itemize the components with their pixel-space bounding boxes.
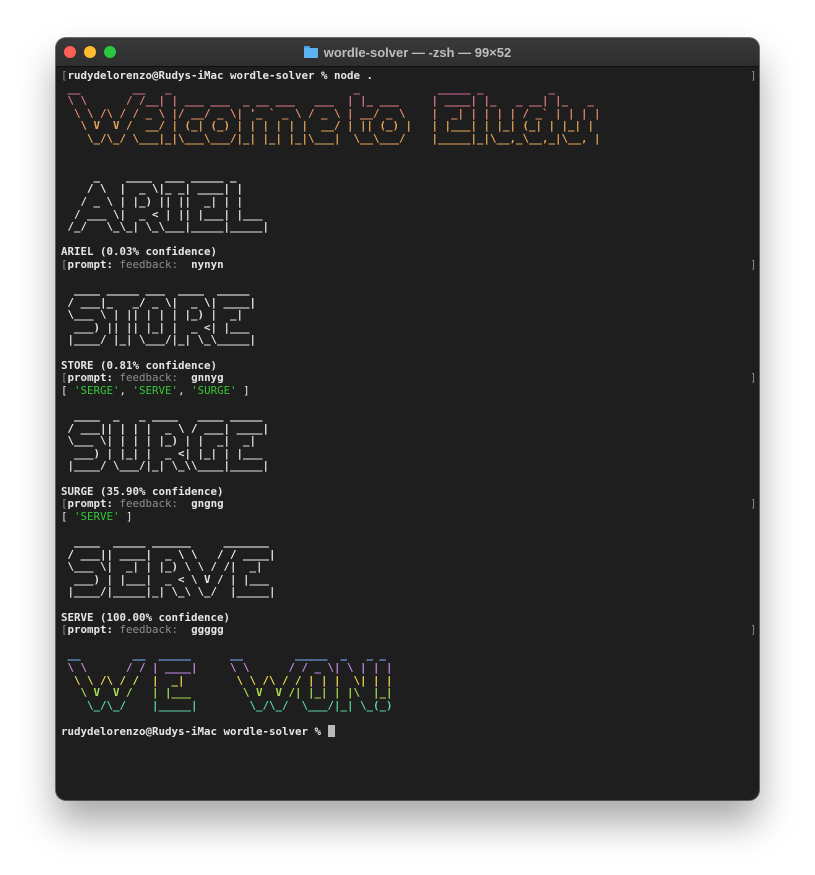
- candidate-word: 'SERVE': [74, 509, 120, 523]
- won-banner-text: \ V V / | |___ \ V V /| |_| | |\ |_|: [61, 686, 393, 700]
- welcome-banner-text: __ __ _ _ _____ _ _: [61, 81, 569, 95]
- guess-word-art-line: /_/ \_\_| \_\___|_____|_____|: [61, 220, 753, 234]
- feedback-value: gngng: [191, 497, 224, 511]
- candidate-word: 'SURGE': [191, 383, 237, 397]
- line-marker-right: ]: [750, 257, 757, 271]
- won-banner-text: \ \ /\ / / | _| \ \ /\ / / | | | \| | |: [61, 673, 393, 687]
- title-area: wordle-solver — -zsh — 99×52: [56, 38, 759, 66]
- feedback-value: gnnyg: [191, 371, 224, 385]
- final-prompt-line: rudydelorenzo@Rudys-iMac wordle-solver %: [61, 724, 753, 738]
- folder-icon: [303, 46, 318, 58]
- won-banner-text: \_/\_/ |_____| \_/\_/ \___/|_| \_(_): [61, 698, 393, 712]
- candidates-line: [ 'SERGE', 'SERVE', 'SURGE' ]: [61, 383, 753, 398]
- feedback-label: feedback:: [119, 257, 179, 271]
- terminal-output[interactable]: [] rudydelorenzo@Rudys-iMac wordle-solver…: [61, 69, 757, 794]
- feedback-value: nynyn: [191, 257, 224, 271]
- guess-word-art-text: \___ \| | | | |_) | | _| _|: [61, 434, 270, 448]
- prompt-label: prompt:: [67, 371, 114, 385]
- guess-word-art-text: / \ | _ \|_ _| ____| |: [61, 182, 270, 196]
- shell-prompt: rudydelorenzo@Rudys-iMac wordle-solver %: [61, 724, 328, 738]
- welcome-banner-text: \_/\_/ \___|_|\___\___/|_| |_| |_|\___| …: [61, 131, 601, 145]
- guess-word-art-text: \___ \ | || | | | |_) | _|: [61, 308, 257, 322]
- guess-word-art-text: |____/ |_| \___/|_| \_\_____|: [61, 333, 257, 347]
- guess-word-art-text: ___) | |_| | _ <| |_| | |___: [61, 446, 270, 460]
- shell-command: rudydelorenzo@Rudys-iMac wordle-solver %…: [67, 69, 374, 82]
- guess-word-art-text: _ ____ ___ _____ _: [61, 169, 270, 183]
- guess-confidence: STORE (0.81% confidence): [61, 358, 218, 372]
- won-banner-text: \ \ / / | ____| \ \ / / _ \| \ | | |: [61, 660, 393, 674]
- guess-word-art-line: |____/ \___/|_| \_\\____|_____|: [61, 460, 753, 473]
- feedback-prompt-line: [] prompt: feedback: ggggg: [61, 623, 757, 637]
- guess-word-art-text: ___) || || |_| | _ <| |___: [61, 320, 257, 334]
- guess-word-art-text: |____/|_____|_| \_\ \_/ |_____|: [61, 585, 276, 599]
- feedback-label: feedback:: [119, 497, 179, 511]
- feedback-value: ggggg: [191, 623, 224, 637]
- guess-word-art-text: ____ _____ ______ _______: [61, 534, 276, 548]
- guess-word-art-text: |____/ \___/|_| \_\\____|_____|: [61, 459, 270, 473]
- guess-word-art-text: ____ _ _ ____ ____ _____: [61, 409, 270, 423]
- line-marker-right: ]: [750, 371, 757, 385]
- guess-word-art-line: |____/|_____|_| \_\ \_/ |_____|: [61, 586, 753, 599]
- welcome-banner-text: \ \ /\ / / _ \ |/ __/ _ \| '_ ` _ \ / _ …: [61, 106, 601, 120]
- prompt-label: prompt:: [67, 497, 114, 511]
- separator: ,: [119, 383, 133, 397]
- won-banner-text: __ __ _____ __ _____ _ _ _: [61, 648, 393, 662]
- guess-word-art-text: ___) | |___| _ < \ V / | |___: [61, 572, 276, 586]
- candidate-word: 'SERVE': [132, 383, 179, 397]
- candidate-word: 'SERGE': [74, 383, 120, 397]
- guess-word-art-text: / _ \ | |_) || || _| | |: [61, 194, 270, 208]
- prompt-label: prompt:: [67, 257, 114, 271]
- feedback-prompt-line: [] prompt: feedback: gngng: [61, 497, 757, 511]
- separator: ,: [178, 383, 192, 397]
- feedback-label: feedback:: [119, 623, 179, 637]
- line-marker-right: ]: [750, 497, 757, 511]
- guess-word-art-text: ____ _____ ___ ____ _____: [61, 283, 257, 297]
- title-bar: wordle-solver — -zsh — 99×52: [56, 38, 759, 67]
- guess-confidence: SERVE (100.00% confidence): [61, 610, 231, 624]
- feedback-label: feedback:: [119, 371, 179, 385]
- text-cursor: [327, 724, 335, 737]
- line-marker-right: ]: [750, 69, 757, 82]
- line-marker-right: ]: [750, 623, 757, 637]
- welcome-banner-text: \ V V / __/ | (_| (_) | | | | | | __/ | …: [61, 119, 595, 133]
- window-title: wordle-solver — -zsh — 99×52: [323, 44, 512, 60]
- guess-confidence: ARIEL (0.03% confidence): [61, 245, 218, 259]
- guess-word-art-line: |____/ |_| \___/|_| \_\_____|: [61, 334, 753, 347]
- bracket-open: [: [61, 383, 75, 397]
- candidates-line: [ 'SERVE' ]: [61, 509, 753, 524]
- welcome-banner-line: \_/\_/ \___|_|\___\___/|_| |_| |_|\___| …: [61, 131, 753, 146]
- guess-word-art-text: / ___ \| _ < | || |___| |___: [61, 207, 270, 221]
- prompt-label: prompt:: [67, 623, 114, 637]
- bracket-open: [: [61, 509, 75, 523]
- bracket-close: ]: [119, 509, 133, 523]
- guess-confidence: SURGE (35.90% confidence): [61, 484, 224, 498]
- terminal-window: wordle-solver — -zsh — 99×52 [] rudydelor…: [56, 38, 759, 800]
- guess-word-art-text: /_/ \_\_| \_\___|_____|_____|: [61, 220, 270, 234]
- guess-word-art-text: / ___|| | | | _ \ / ___| ____|: [61, 421, 270, 435]
- won-banner-line: \_/\_/ |_____| \_/\_/ \___/|_| \_(_): [61, 698, 753, 713]
- feedback-prompt-line: [] prompt: feedback: nynyn: [61, 257, 757, 272]
- bracket-close: ]: [236, 383, 250, 397]
- welcome-banner-text: \ \ / /__| | ___ ___ _ __ ___ ___ | |_ _…: [61, 94, 601, 108]
- guess-word-art-text: / ___|| ____| _ \ \ / / ____|: [61, 547, 276, 561]
- guess-word-art-text: \___ \| _| | |_) \ \ / /| _|: [61, 560, 276, 574]
- guess-word-art-text: / ___|_ _/ _ \| _ \| ____|: [61, 295, 257, 309]
